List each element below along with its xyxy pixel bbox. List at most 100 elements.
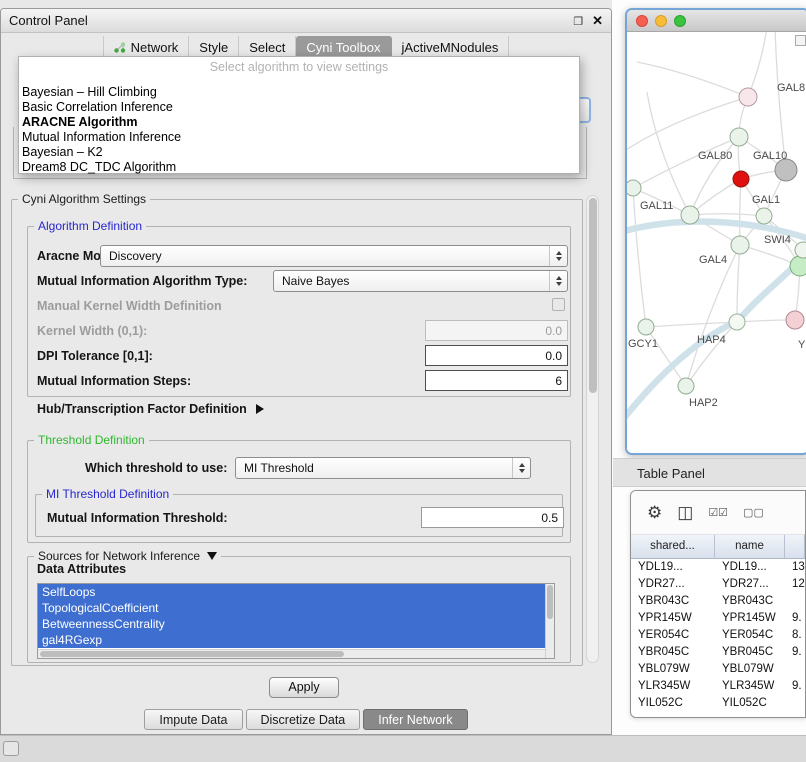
scrollbar-thumb[interactable] xyxy=(589,198,597,393)
network-node[interactable] xyxy=(795,242,806,258)
dropdown-item[interactable]: Bayesian – K2 xyxy=(19,145,579,160)
dpi-tolerance-field[interactable] xyxy=(425,345,568,366)
tab-label: Cyni Toolbox xyxy=(306,40,380,55)
network-edge[interactable] xyxy=(627,97,748,152)
checked-columns-icon[interactable]: ☑☑ xyxy=(708,506,728,519)
table-row[interactable]: YDR27...YDR27...12 xyxy=(631,576,805,593)
network-node[interactable] xyxy=(678,378,694,394)
tab-impute-data[interactable]: Impute Data xyxy=(144,709,242,730)
network-canvas[interactable]: GAL8GAL80GAL10GAL11GAL1SWI4GAL4GCY1HAP4H… xyxy=(627,32,806,453)
table-cell: YBR045C xyxy=(715,644,785,661)
minimized-panel-button[interactable] xyxy=(3,741,19,756)
tab-discretize-data[interactable]: Discretize Data xyxy=(246,709,361,730)
network-node[interactable] xyxy=(627,180,641,196)
tab-jactivemnodules[interactable]: jActiveMNodules xyxy=(392,36,510,58)
table-row[interactable]: YDL19...YDL19...13 xyxy=(631,559,805,576)
network-node[interactable] xyxy=(775,159,797,181)
network-node[interactable] xyxy=(730,128,748,146)
list-horizontal-scrollbar[interactable] xyxy=(38,649,545,658)
mi-type-combobox[interactable]: Naive Bayes xyxy=(273,270,568,292)
list-item[interactable]: gal4RGexp xyxy=(38,632,545,648)
network-node[interactable] xyxy=(733,171,749,187)
apply-button[interactable]: Apply xyxy=(269,677,339,698)
minimize-button[interactable] xyxy=(655,15,667,27)
network-edge[interactable] xyxy=(748,32,767,97)
network-icon xyxy=(114,42,126,53)
close-button[interactable] xyxy=(636,15,648,27)
expand-arrow-icon[interactable] xyxy=(256,404,264,414)
network-edge[interactable] xyxy=(633,137,739,188)
close-window-icon[interactable]: ✕ xyxy=(592,13,603,29)
unchecked-columns-icon[interactable]: ▢▢ xyxy=(743,506,764,519)
dropdown-item[interactable]: Basic Correlation Inference xyxy=(19,100,579,115)
network-node[interactable] xyxy=(681,206,699,224)
combo-arrows-icon xyxy=(512,458,530,478)
collapse-arrow-icon[interactable] xyxy=(207,552,217,560)
tab-style[interactable]: Style xyxy=(189,36,239,58)
float-window-icon[interactable]: ❐ xyxy=(573,15,583,28)
node-label: Y xyxy=(798,339,806,351)
algorithm-definition-title: Algorithm Definition xyxy=(34,219,146,233)
network-node[interactable] xyxy=(756,208,772,224)
table-row[interactable]: YER054CYER054C8. xyxy=(631,627,805,644)
table-cell: YLR345W xyxy=(631,678,715,695)
network-edge[interactable] xyxy=(740,179,741,245)
network-node[interactable] xyxy=(731,236,749,254)
table-panel-header[interactable]: Table Panel xyxy=(613,458,806,487)
dropdown-item[interactable]: ARACNE Algorithm xyxy=(19,115,579,130)
dropdown-item[interactable]: Bayesian – Hill Climbing xyxy=(19,85,579,100)
settings-gear-icon[interactable]: ⚙ xyxy=(647,503,662,523)
tab-select[interactable]: Select xyxy=(239,36,296,58)
algorithm-dropdown-popup: Select algorithm to view settings Bayesi… xyxy=(18,56,580,174)
dropdown-item[interactable]: Dream8 DC_TDC Algorithm xyxy=(19,160,579,175)
aracne-mode-combobox[interactable]: Discovery xyxy=(100,245,568,267)
network-window-titlebar[interactable] xyxy=(627,10,806,32)
table-row[interactable]: YPR145WYPR145W9. xyxy=(631,610,805,627)
list-item[interactable]: BetweennessCentrality xyxy=(38,616,545,632)
tab-cyni-toolbox[interactable]: Cyni Toolbox xyxy=(296,36,391,58)
bottom-tab-bar: Impute DataDiscretize DataInfer Network xyxy=(1,709,611,730)
columns-icon[interactable]: ◫ xyxy=(677,503,693,523)
tab-network[interactable]: Network xyxy=(103,36,190,58)
table-row[interactable]: YIL052CYIL052C xyxy=(631,695,805,712)
table-cell: YDR27... xyxy=(715,576,785,593)
node-label: HAP2 xyxy=(689,397,718,409)
node-label: GAL10 xyxy=(753,150,787,162)
table-row[interactable]: YBL079WYBL079W xyxy=(631,661,805,678)
network-edge[interactable] xyxy=(690,137,739,215)
mi-threshold-label: Mutual Information Threshold: xyxy=(47,511,228,525)
table-row[interactable]: YBR045CYBR045C9. xyxy=(631,644,805,661)
cyni-settings-title: Cyni Algorithm Settings xyxy=(18,192,150,206)
table-row[interactable]: YLR345WYLR345W9. xyxy=(631,678,805,695)
zoom-button[interactable] xyxy=(674,15,686,27)
column-header-name[interactable]: name xyxy=(715,535,785,558)
list-item[interactable]: SelfLoops xyxy=(38,584,545,600)
canvas-scroll-button[interactable] xyxy=(795,35,806,46)
data-attributes-list[interactable]: SelfLoopsTopologicalCoefficientBetweenne… xyxy=(37,583,555,659)
which-threshold-combobox[interactable]: MI Threshold xyxy=(235,457,531,479)
hub-definition-section[interactable]: Hub/Transcription Factor Definition xyxy=(37,402,264,416)
table-cell xyxy=(785,593,805,610)
network-node[interactable] xyxy=(739,88,757,106)
list-vertical-scrollbar[interactable] xyxy=(545,584,554,658)
network-edge[interactable] xyxy=(637,62,748,97)
mi-steps-field[interactable] xyxy=(425,370,568,391)
kernel-width-field[interactable] xyxy=(425,320,568,341)
column-header-cut[interactable] xyxy=(785,535,805,558)
control-panel-titlebar[interactable]: Control Panel ❐ ✕ xyxy=(1,9,611,33)
dropdown-item[interactable]: Mutual Information Inference xyxy=(19,130,579,145)
tab-infer-network[interactable]: Infer Network xyxy=(363,709,467,730)
network-node[interactable] xyxy=(638,319,654,335)
mi-threshold-field[interactable] xyxy=(421,507,564,528)
network-node[interactable] xyxy=(790,256,806,276)
network-node[interactable] xyxy=(786,311,804,329)
table-row[interactable]: YBR043CYBR043C xyxy=(631,593,805,610)
settings-scrollbar[interactable] xyxy=(586,195,599,663)
network-edge[interactable] xyxy=(737,245,740,322)
network-edge[interactable] xyxy=(690,214,764,216)
node-label: GAL80 xyxy=(698,150,732,162)
list-item[interactable]: TopologicalCoefficient xyxy=(38,600,545,616)
manual-kernel-checkbox[interactable] xyxy=(552,298,565,311)
network-node[interactable] xyxy=(729,314,745,330)
column-header-shared-[interactable]: shared... xyxy=(631,535,715,558)
